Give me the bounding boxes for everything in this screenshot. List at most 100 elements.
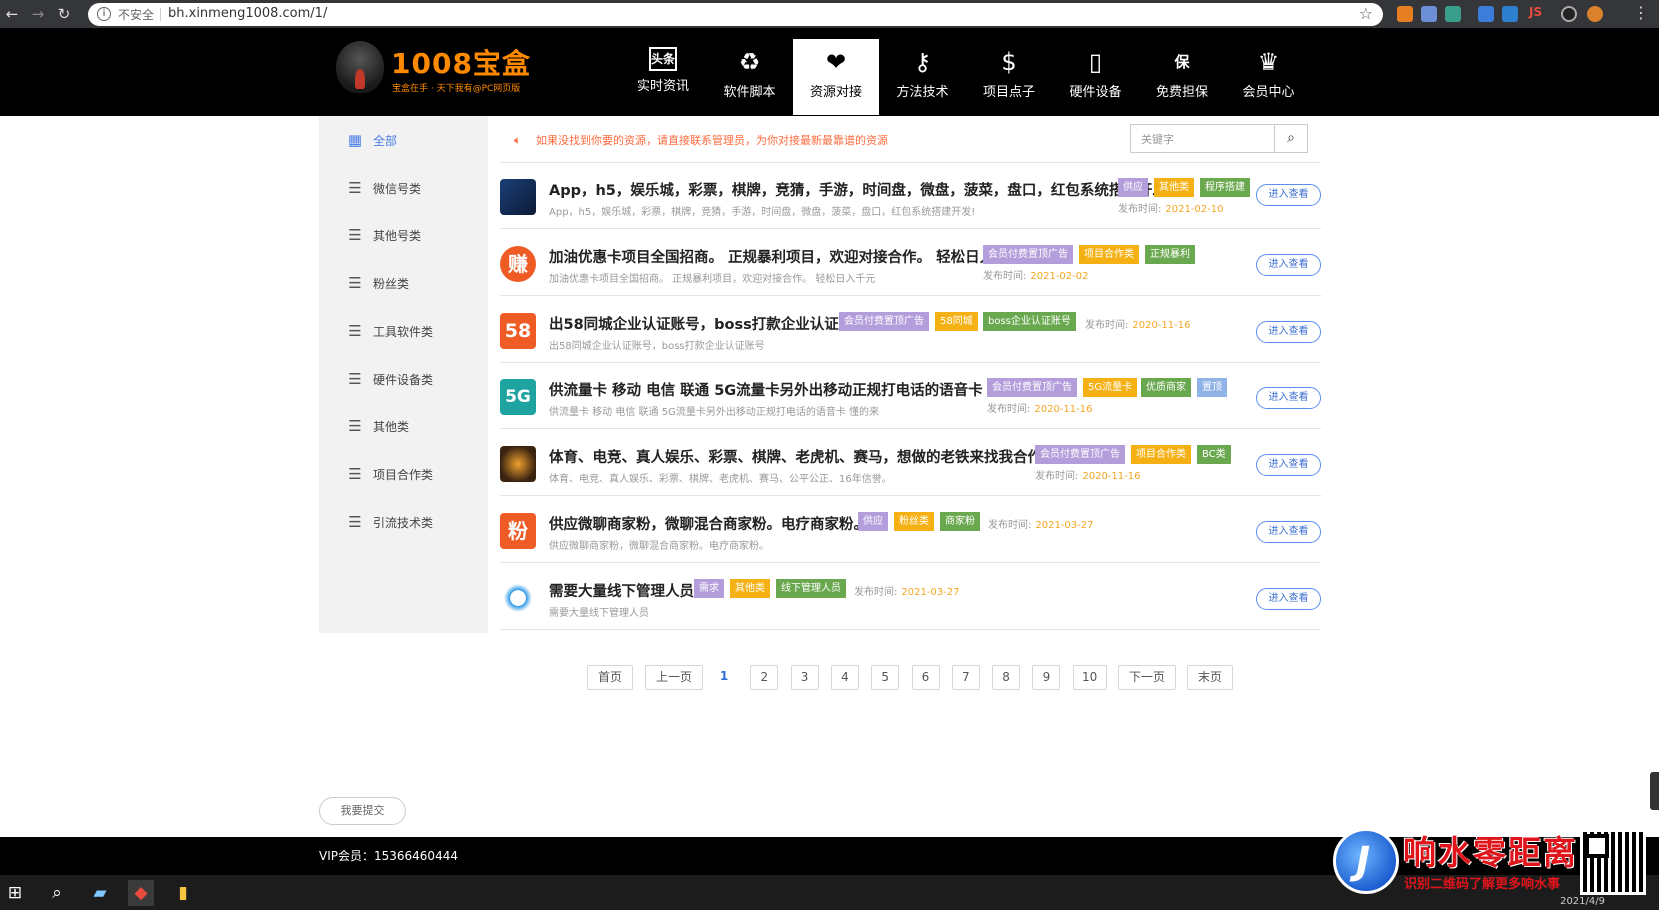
page-number-button[interactable]: 10 (1072, 665, 1107, 690)
view-details-button[interactable]: 进入查看 (1256, 184, 1321, 206)
list-item[interactable]: 58 出58同城企业认证账号，boss打款企业认证账号 出58同城企业认证账号，bo… (500, 296, 1321, 362)
list-item[interactable]: 需要大量线下管理人员 需要大量线下管理人员 需求 其他类 线下管理人员 发布时间: 2021… (500, 563, 1321, 629)
list-item[interactable]: App，h5，娱乐城，彩票，棋牌，竞猜，手游，时间盘，微盘，菠菜，盘口，红包系统… (500, 162, 1321, 228)
item-tag[interactable]: 供应 (858, 512, 888, 531)
nav-item-0[interactable]: 头条 实时资讯 (620, 39, 706, 115)
fifty-eight-thumb[interactable]: 58 (500, 313, 536, 349)
nav-item-3[interactable]: ⚷ 方法技术 (880, 39, 966, 115)
item-tag[interactable]: 其他类 (1154, 178, 1194, 197)
logo-icon[interactable] (336, 41, 384, 93)
item-tag[interactable]: 会员付费置顶广告 (987, 378, 1077, 397)
sidebar-item-7[interactable]: ☰ 项目合作类 (319, 452, 488, 496)
item-tag[interactable]: 会员付费置顶广告 (839, 312, 929, 331)
item-tag[interactable]: 58同城 (935, 312, 978, 331)
item-tag[interactable]: 供应 (1118, 178, 1148, 197)
js-extension-icon[interactable]: JS (1529, 5, 1542, 19)
app-banner-thumb[interactable] (500, 179, 536, 215)
page-prev-button[interactable]: 上一页 (645, 665, 703, 690)
sidebar-item-3[interactable]: ☰ 粉丝类 (319, 261, 488, 305)
avatar-extension-icon[interactable] (1587, 6, 1603, 22)
page-number-button[interactable]: 1 (710, 665, 738, 690)
item-tag[interactable]: 会员付费置顶广告 (1035, 445, 1125, 464)
item-title[interactable]: 供流量卡 移动 电信 联通 5G流量卡另外出移动正规打电话的语音卡 懂的来 (549, 379, 1031, 400)
sidebar-item-5[interactable]: ☰ 硬件设备类 (319, 357, 488, 401)
item-tag[interactable]: 其他类 (730, 579, 770, 598)
search-input[interactable]: 关键字 (1130, 124, 1275, 153)
item-tag[interactable]: boss企业认证账号 (983, 312, 1076, 331)
earn-thumb[interactable]: 赚 (500, 246, 536, 282)
windows-start-icon[interactable]: ⊞ (2, 880, 28, 906)
sports-thumb[interactable] (500, 446, 536, 482)
view-details-button[interactable]: 进入查看 (1256, 254, 1321, 276)
view-details-button[interactable]: 进入查看 (1256, 321, 1321, 343)
nav-item-2[interactable]: ❤ 资源对接 (793, 39, 879, 115)
sidebar-item-2[interactable]: ☰ 其他号类 (319, 213, 488, 257)
sidebar-item-8[interactable]: ☰ 引流技术类 (319, 500, 488, 544)
nav-item-1[interactable]: ♻ 软件脚本 (707, 39, 793, 115)
sidebar-item-6[interactable]: ☰ 其他类 (319, 404, 488, 448)
info-icon[interactable]: i (97, 7, 111, 21)
view-details-button[interactable]: 进入查看 (1256, 387, 1321, 409)
page-number-button[interactable]: 9 (1032, 665, 1061, 690)
forward-icon[interactable]: → (28, 4, 48, 24)
app-cube-icon[interactable]: ◆ (128, 880, 154, 906)
service-avatar-thumb[interactable] (500, 580, 536, 616)
logo-title[interactable]: 1008宝盒 (391, 42, 531, 82)
file-explorer-icon[interactable]: ▮ (170, 880, 196, 906)
puzzle-extension-icon[interactable] (1478, 6, 1494, 22)
item-tag[interactable]: 粉丝类 (894, 512, 934, 531)
search-button[interactable]: ⌕ (1275, 124, 1308, 153)
page-number-button[interactable]: 2 (750, 665, 779, 690)
item-tag[interactable]: 5G流量卡 (1083, 378, 1138, 397)
list-item[interactable]: 体育、电竞、真人娱乐、彩票、棋牌、老虎机、赛马，想做的老铁来找我合作发财 体育、电… (500, 429, 1321, 495)
page-number-button[interactable]: 3 (790, 665, 819, 690)
item-tag[interactable]: 项目合作类 (1131, 445, 1191, 464)
taskbar-search-icon[interactable]: ⌕ (44, 880, 70, 906)
side-scroll-tab[interactable] (1650, 772, 1659, 810)
back-icon[interactable]: ← (2, 4, 22, 24)
item-tag[interactable]: 会员付费置顶广告 (983, 245, 1073, 264)
page-last-button[interactable]: 末页 (1187, 665, 1233, 690)
page-number-button[interactable]: 6 (911, 665, 940, 690)
page-number-button[interactable]: 8 (992, 665, 1021, 690)
item-tag[interactable]: BC类 (1197, 445, 1231, 464)
video-extension-icon[interactable] (1502, 6, 1518, 22)
circle-extension-icon[interactable] (1561, 6, 1577, 22)
app-shell-icon[interactable]: ▰ (87, 880, 113, 906)
page-first-button[interactable]: 首页 (587, 665, 633, 690)
page-number-button[interactable]: 4 (830, 665, 859, 690)
list-item[interactable]: 粉供应微聊商家粉，微聊混合商家粉。电疗商家粉。 供应微聊商家粉，微聊混合商家粉。电… (500, 496, 1321, 562)
item-tag[interactable]: 项目合作类 (1079, 245, 1139, 264)
nav-item-6[interactable]: 保免费担保 (1139, 39, 1225, 115)
nav-item-4[interactable]: $ 项目点子 (966, 39, 1052, 115)
sidebar-item-0[interactable]: ▦ 全部 (319, 118, 488, 162)
nav-item-5[interactable]: ▯ 硬件设备 (1053, 39, 1139, 115)
page-number-button[interactable]: 5 (871, 665, 900, 690)
item-title[interactable]: 供应微聊商家粉，微聊混合商家粉。电疗商家粉。 (549, 513, 868, 534)
fans-thumb[interactable]: 粉 (500, 513, 536, 549)
camera-extension-icon[interactable] (1397, 6, 1413, 22)
item-tag[interactable]: 置顶 (1197, 378, 1227, 397)
item-title[interactable]: 出58同城企业认证账号，boss打款企业认证账号 (549, 313, 868, 334)
item-title[interactable]: App，h5，娱乐城，彩票，棋牌，竞猜，手游，时间盘，微盘，菠菜，盘口，红包系统… (549, 179, 1174, 200)
nav-item-7[interactable]: ♛ 会员中心 (1226, 39, 1312, 115)
view-details-button[interactable]: 进入查看 (1256, 454, 1321, 476)
bookmark-star-icon[interactable]: ☆ (1359, 4, 1373, 23)
item-tag[interactable]: 需求 (694, 579, 724, 598)
item-tag[interactable]: 优质商家 (1141, 378, 1191, 397)
item-tag[interactable]: 商家粉 (940, 512, 980, 531)
list-item[interactable]: 赚加油优惠卡项目全国招商。 正规暴利项目，欢迎对接合作。 轻松日入千元 加油优惠卡… (500, 229, 1321, 295)
address-bar[interactable]: i 不安全 bh.xinmeng1008.com/1/ ☆ (88, 3, 1383, 26)
five-g-thumb[interactable]: 5G (500, 379, 536, 415)
item-title[interactable]: 加油优惠卡项目全国招商。 正规暴利项目，欢迎对接合作。 轻松日入千元 (549, 246, 1023, 267)
list-item[interactable]: 5G 供流量卡 移动 电信 联通 5G流量卡另外出移动正规打电话的语音卡 懂的来供… (500, 362, 1321, 428)
sidebar-item-4[interactable]: ☰ 工具软件类 (319, 309, 488, 353)
item-title[interactable]: 体育、电竞、真人娱乐、彩票、棋牌、老虎机、赛马，想做的老铁来找我合作发财 (549, 446, 1071, 467)
grid-extension-icon[interactable] (1421, 6, 1437, 22)
item-title[interactable]: 需要大量线下管理人员 (549, 580, 694, 601)
submit-button[interactable]: 我要提交 (319, 797, 406, 825)
item-tag[interactable]: 线下管理人员 (776, 579, 846, 598)
view-details-button[interactable]: 进入查看 (1256, 521, 1321, 543)
browser-menu-icon[interactable]: ⋮ (1633, 3, 1649, 22)
page-number-button[interactable]: 7 (951, 665, 980, 690)
